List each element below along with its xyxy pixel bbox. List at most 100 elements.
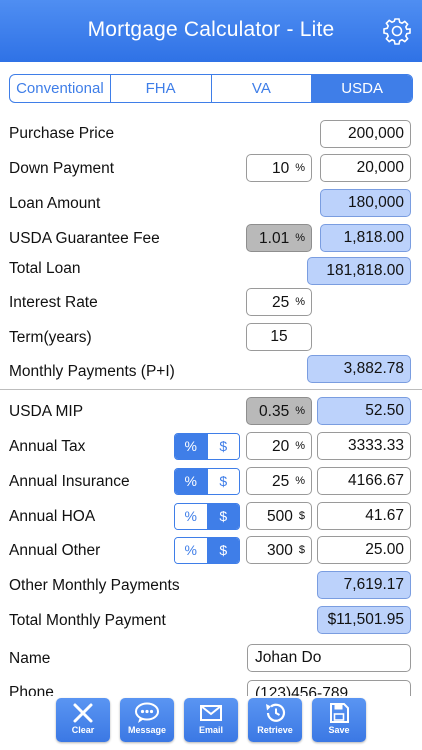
guarantee-fee-percent: 1.01%	[246, 224, 312, 252]
annual-tax-unit-toggle: % $	[174, 433, 240, 460]
total-loan-value: 181,818.00	[307, 257, 411, 285]
other-monthly-value: 7,619.17	[317, 571, 411, 599]
annual-other-unit-toggle: % $	[174, 537, 240, 564]
annual-other-input-value: 300	[267, 542, 293, 559]
annual-tax-row: Annual Tax % $ 20% 3333.33	[0, 430, 422, 464]
annual-tax-input-value: 20	[271, 438, 290, 455]
annual-other-row: Annual Other % $ 300 $ 25.00	[0, 534, 422, 568]
interest-rate-value: 25	[271, 294, 290, 311]
message-button-label: Message	[127, 725, 167, 735]
annual-other-percent-option[interactable]: %	[175, 538, 208, 563]
guarantee-fee-percent-value: 1.01	[259, 230, 290, 247]
annual-other-input[interactable]: 300 $	[246, 536, 312, 564]
loan-type-tabs: Conventional FHA VA USDA	[9, 74, 413, 103]
tab-fha[interactable]: FHA	[111, 75, 212, 102]
down-payment-label: Down Payment	[9, 160, 115, 177]
clear-button-label: Clear	[71, 725, 95, 735]
phone-label: Phone	[9, 684, 54, 696]
usda-mip-label: USDA MIP	[9, 403, 84, 420]
usda-mip-value: 52.50	[317, 397, 411, 425]
retrieve-icon	[266, 703, 286, 722]
annual-insurance-label: Annual Insurance	[9, 473, 130, 490]
annual-insurance-unit-toggle: % $	[174, 468, 240, 495]
annual-tax-label: Annual Tax	[9, 438, 86, 455]
total-monthly-value: $11,501.95	[317, 606, 411, 634]
annual-hoa-value: 41.67	[317, 502, 411, 530]
purchase-price-label: Purchase Price	[9, 125, 115, 142]
down-payment-amount-input[interactable]: 20,000	[320, 154, 411, 182]
annual-hoa-dollar-option[interactable]: $	[207, 504, 239, 529]
annual-hoa-percent-option[interactable]: %	[175, 504, 208, 529]
message-button[interactable]: Message	[120, 698, 174, 742]
save-button[interactable]: Save	[312, 698, 366, 742]
tab-va[interactable]: VA	[212, 75, 313, 102]
down-payment-row: Down Payment 10% 20,000	[0, 152, 422, 186]
annual-hoa-input[interactable]: 500 $	[246, 502, 312, 530]
retrieve-button[interactable]: Retrieve	[248, 698, 302, 742]
annual-hoa-row: Annual HOA % $ 500 $ 41.67	[0, 500, 422, 534]
percent-unit: %	[295, 405, 305, 417]
annual-tax-dollar-option[interactable]: $	[207, 434, 239, 459]
save-icon	[330, 703, 349, 723]
phone-row: Phone (123)456-789	[0, 676, 422, 696]
total-loan-label: Total Loan	[9, 260, 81, 277]
name-row: Name Johan Do	[0, 642, 422, 676]
app-title: Mortgage Calculator - Lite	[87, 18, 335, 41]
interest-rate-input[interactable]: 25%	[246, 288, 312, 316]
name-label: Name	[9, 650, 51, 667]
tab-usda[interactable]: USDA	[312, 75, 412, 102]
purchase-price-row: Purchase Price 200,000	[0, 117, 422, 151]
interest-rate-row: Interest Rate 25%	[0, 286, 422, 320]
total-loan-row: Total Loan 181,818.00	[0, 252, 422, 286]
down-payment-percent-input[interactable]: 10%	[246, 154, 312, 182]
annual-insurance-value: 4166.67	[317, 467, 411, 495]
gear-icon[interactable]	[382, 16, 412, 46]
email-button-label: Email	[198, 725, 223, 735]
usda-mip-percent: 0.35%	[246, 397, 312, 425]
interest-rate-label: Interest Rate	[9, 294, 98, 311]
monthly-payments-value: 3,882.78	[307, 355, 411, 383]
percent-unit: %	[295, 162, 305, 174]
annual-tax-value: 3333.33	[317, 432, 411, 460]
total-monthly-row: Total Monthly Payment $11,501.95	[0, 604, 422, 638]
annual-hoa-label: Annual HOA	[9, 508, 96, 525]
annual-other-value: 25.00	[317, 536, 411, 564]
annual-insurance-row: Annual Insurance % $ 25% 4166.67	[0, 465, 422, 499]
clear-button[interactable]: Clear	[56, 698, 110, 742]
unit-label: $	[298, 510, 305, 522]
email-icon	[200, 705, 222, 721]
app-header: Mortgage Calculator - Lite	[0, 0, 422, 62]
unit-label: %	[295, 440, 305, 452]
phone-input[interactable]: (123)456-789	[247, 680, 411, 696]
annual-other-dollar-option[interactable]: $	[207, 538, 239, 563]
save-button-label: Save	[328, 725, 350, 735]
email-button[interactable]: Email	[184, 698, 238, 742]
purchase-price-input[interactable]: 200,000	[320, 120, 411, 148]
annual-tax-input[interactable]: 20%	[246, 432, 312, 460]
annual-hoa-input-value: 500	[267, 508, 293, 525]
message-icon	[135, 702, 159, 723]
name-input[interactable]: Johan Do	[247, 644, 411, 672]
guarantee-fee-label: USDA Guarantee Fee	[9, 230, 160, 247]
loan-amount-label: Loan Amount	[9, 195, 101, 212]
down-payment-percent-value: 10	[271, 160, 290, 177]
usda-mip-percent-value: 0.35	[259, 403, 290, 420]
other-monthly-row: Other Monthly Payments 7,619.17	[0, 569, 422, 603]
term-input[interactable]: 15	[246, 323, 312, 351]
annual-hoa-unit-toggle: % $	[174, 503, 240, 530]
annual-tax-percent-option[interactable]: %	[175, 434, 208, 459]
annual-insurance-percent-option[interactable]: %	[175, 469, 208, 494]
retrieve-button-label: Retrieve	[257, 725, 293, 735]
section-divider	[0, 389, 422, 390]
close-icon	[73, 703, 93, 723]
annual-insurance-input[interactable]: 25%	[246, 467, 312, 495]
guarantee-fee-value: 1,818.00	[320, 224, 411, 252]
unit-label: $	[298, 544, 305, 556]
annual-insurance-dollar-option[interactable]: $	[207, 469, 239, 494]
tab-conventional[interactable]: Conventional	[10, 75, 111, 102]
usda-mip-row: USDA MIP 0.35% 52.50	[0, 395, 422, 429]
term-row: Term(years) 15	[0, 321, 422, 355]
annual-insurance-input-value: 25	[271, 473, 290, 490]
other-monthly-label: Other Monthly Payments	[9, 577, 180, 594]
loan-amount-row: Loan Amount 180,000	[0, 187, 422, 221]
